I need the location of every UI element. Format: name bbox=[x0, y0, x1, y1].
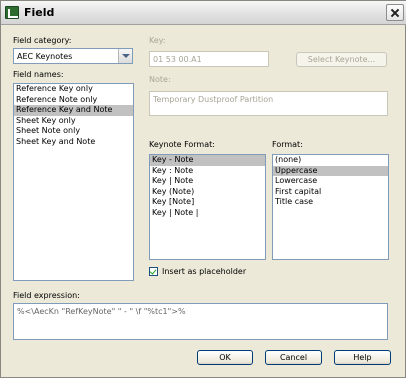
list-item[interactable]: Sheet Key and Note bbox=[14, 137, 133, 148]
list-item[interactable]: Lowercase bbox=[273, 176, 388, 187]
key-value: 01 53 00.A1 bbox=[153, 55, 202, 64]
note-field: Temporary Dustproof Partition bbox=[149, 91, 388, 116]
help-button[interactable]: Help bbox=[334, 350, 391, 365]
note-value: Temporary Dustproof Partition bbox=[153, 95, 274, 104]
list-item[interactable]: Reference Note only bbox=[14, 95, 133, 106]
note-label: Note: bbox=[149, 75, 171, 84]
close-button[interactable] bbox=[386, 4, 404, 21]
autocad-app-icon bbox=[5, 6, 19, 19]
ok-button-label: OK bbox=[219, 353, 231, 362]
field-expression-field[interactable]: %<\AecKn "RefKeyNote" " - " \f "%tc1">% bbox=[13, 303, 388, 340]
field-category-value: AEC Keynotes bbox=[17, 52, 73, 61]
list-item[interactable]: Key [Note] bbox=[150, 197, 265, 208]
select-keynote-button[interactable]: Select Keynote... bbox=[296, 52, 387, 67]
key-label: Key: bbox=[149, 36, 166, 45]
format-label: Format: bbox=[272, 140, 303, 149]
help-button-label: Help bbox=[353, 353, 372, 362]
chevron-down-icon[interactable] bbox=[118, 49, 132, 63]
list-item[interactable]: Key : Note bbox=[150, 166, 265, 177]
list-item[interactable]: Sheet Note only bbox=[14, 126, 133, 137]
ok-button[interactable]: OK bbox=[197, 350, 253, 365]
list-item[interactable]: Key (Note) bbox=[150, 187, 265, 198]
field-expression-label: Field expression: bbox=[13, 291, 80, 300]
list-item-selected[interactable]: Reference Key and Note bbox=[14, 105, 133, 116]
list-item-selected[interactable]: Key - Note bbox=[150, 155, 265, 166]
list-item[interactable]: Sheet Key only bbox=[14, 116, 133, 127]
cancel-button-label: Cancel bbox=[279, 353, 308, 362]
insert-as-placeholder-label[interactable]: Insert as placeholder bbox=[162, 267, 246, 276]
list-item[interactable]: Key | Note | bbox=[150, 208, 265, 219]
cancel-button[interactable]: Cancel bbox=[265, 350, 322, 365]
title-bar: Field bbox=[1, 1, 406, 25]
insert-as-placeholder-checkbox[interactable] bbox=[149, 267, 158, 276]
field-dialog: Field Field category: AEC Keynotes Field… bbox=[0, 0, 406, 378]
keynote-format-list[interactable]: Key - Note Key : Note Key | Note Key (No… bbox=[149, 154, 266, 260]
format-list[interactable]: (none) Uppercase Lowercase First capital… bbox=[272, 154, 389, 260]
field-names-label: Field names: bbox=[13, 70, 64, 79]
list-item[interactable]: Key | Note bbox=[150, 176, 265, 187]
list-item-selected[interactable]: Uppercase bbox=[273, 165, 388, 176]
list-item[interactable]: (none) bbox=[273, 155, 388, 166]
key-field: 01 53 00.A1 bbox=[149, 51, 269, 67]
list-item[interactable]: First capital bbox=[273, 187, 388, 198]
window-title: Field bbox=[24, 6, 55, 19]
field-names-list[interactable]: Reference Key only Reference Note only R… bbox=[13, 83, 134, 281]
field-expression-value: %<\AecKn "RefKeyNote" " - " \f "%tc1">% bbox=[17, 307, 186, 316]
keynote-format-label: Keynote Format: bbox=[149, 140, 215, 149]
field-category-label: Field category: bbox=[13, 36, 72, 45]
list-item[interactable]: Title case bbox=[273, 197, 388, 208]
select-keynote-label: Select Keynote... bbox=[307, 55, 376, 64]
field-category-select[interactable]: AEC Keynotes bbox=[13, 48, 133, 64]
list-item[interactable]: Reference Key only bbox=[14, 84, 133, 95]
